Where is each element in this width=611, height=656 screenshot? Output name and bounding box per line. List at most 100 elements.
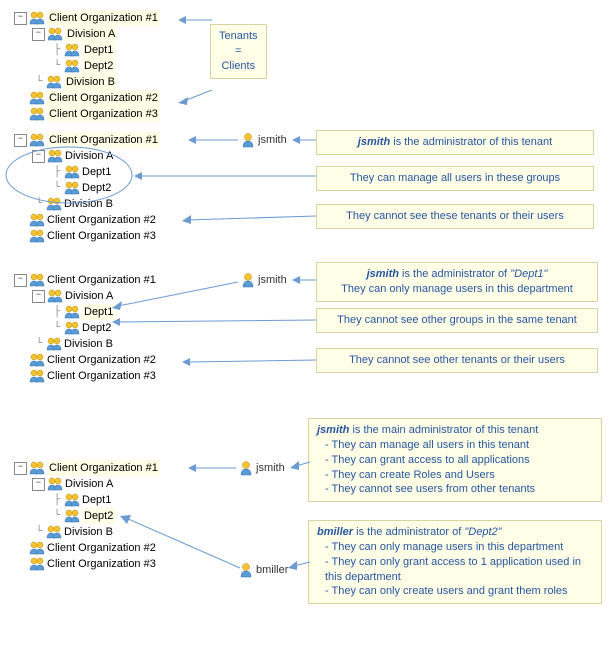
tree-label: Client Organization #2 [47,212,156,228]
tree-label: Division A [65,288,113,304]
tree-label: Division B [64,336,113,352]
tree-label: Dept2 [82,180,111,196]
group-icon [46,524,62,540]
user-label: jsmith [256,462,285,474]
tree-label: Client Organization #3 [47,228,156,244]
group-icon [64,164,80,180]
tree-label: Division A [65,476,113,492]
group-icon [64,58,80,74]
tree-4: − Client Organization #1 − Division A ├ … [10,460,160,572]
arrow-icon [188,462,236,474]
tree-connector: ├ [50,42,64,58]
tree-label: Dept1 [82,492,111,508]
tree-1: − Client Organization #1 − Division A ├ … [10,10,611,122]
section-3: − Client Organization #1 − Division A ├ … [10,272,611,396]
expand-toggle[interactable]: − [32,150,45,163]
tree-label: Division B [64,74,117,90]
group-icon [29,132,45,148]
group-icon [64,508,80,524]
tree-label: Dept1 [82,304,115,320]
user-label: jsmith [258,134,287,146]
group-icon [29,540,45,556]
group-icon [47,26,63,42]
group-icon [29,212,45,228]
tree-connector: └ [32,196,46,212]
group-icon [46,74,62,90]
tree-connector: ├ [50,492,64,508]
section-2: − Client Organization #1 − Division A ├ … [10,132,611,250]
tree-label: Dept2 [82,58,115,74]
tree-label: Client Organization #1 [47,10,160,26]
expand-toggle[interactable]: − [14,134,27,147]
group-icon [29,556,45,572]
callout-tenants: Tenants = Clients [210,24,267,79]
user-label: jsmith [258,274,287,286]
group-icon [64,180,80,196]
expand-toggle[interactable]: − [32,28,45,41]
user-icon [238,562,254,578]
tree-label: Client Organization #3 [47,368,156,384]
tree-connector: └ [50,180,64,196]
user-bmiller: bmiller [238,562,288,578]
tree-label: Client Organization #2 [47,90,160,106]
tree-connector: ├ [50,164,64,180]
group-icon [29,272,45,288]
expand-toggle[interactable]: − [14,462,27,475]
tree-label: Dept2 [82,508,115,524]
group-icon [29,10,45,26]
tree-label: Division B [64,524,113,540]
callout-s2b: They can manage all users in these group… [316,166,594,191]
tree-label: Client Organization #1 [47,460,160,476]
expand-toggle[interactable]: − [32,290,45,303]
user-jsmith: jsmith [240,272,287,288]
user-label: bmiller [256,564,288,576]
arrow-icon [290,458,310,470]
tree-label: Division A [65,26,117,42]
tree-label: Client Organization #1 [47,272,156,288]
group-icon [29,368,45,384]
tree-label: Client Organization #3 [47,106,160,122]
callout-s3c: They cannot see other tenants or their u… [316,348,598,373]
tree-label: Client Organization #2 [47,540,156,556]
section-1: − Client Organization #1 − Division A ├ … [10,10,611,110]
tree-label: Dept1 [82,42,115,58]
callout-s3a: jsmith is the administrator of "Dept1"Th… [316,262,598,302]
group-icon [64,304,80,320]
tree-connector: ├ [50,304,64,320]
group-icon [29,460,45,476]
group-icon [64,492,80,508]
group-icon [29,352,45,368]
group-icon [29,228,45,244]
callout-s4b: bmiller is the administrator of "Dept2" … [308,520,602,604]
tree-connector: └ [50,58,64,74]
tree-label: Division B [64,196,113,212]
tree-connector: └ [32,336,46,352]
callout-s2c: They cannot see these tenants or their u… [316,204,594,229]
tree-connector: └ [32,74,46,90]
tree-connector: └ [50,320,64,336]
group-icon [29,106,45,122]
expand-toggle[interactable]: − [32,478,45,491]
expand-toggle[interactable]: − [14,274,27,287]
group-icon [64,320,80,336]
group-icon [46,196,62,212]
callout-s3b: They cannot see other groups in the same… [316,308,598,333]
group-icon [29,90,45,106]
group-icon [47,476,63,492]
tree-label: Client Organization #3 [47,556,156,572]
tree-connector: └ [50,508,64,524]
tree-label: Dept1 [82,164,111,180]
user-icon [240,132,256,148]
tree-label: Client Organization #1 [47,132,160,148]
user-icon [238,460,254,476]
section-4: − Client Organization #1 − Division A ├ … [10,418,611,618]
tree-label: Client Organization #2 [47,352,156,368]
group-icon [46,336,62,352]
callout-s4a: jsmith is the main administrator of this… [308,418,602,502]
group-icon [47,148,63,164]
tree-label: Dept2 [82,320,111,336]
user-icon [240,272,256,288]
callout-s2a: jsmith is the administrator of this tena… [316,130,594,155]
expand-toggle[interactable]: − [14,12,27,25]
arrow-icon [288,558,310,570]
